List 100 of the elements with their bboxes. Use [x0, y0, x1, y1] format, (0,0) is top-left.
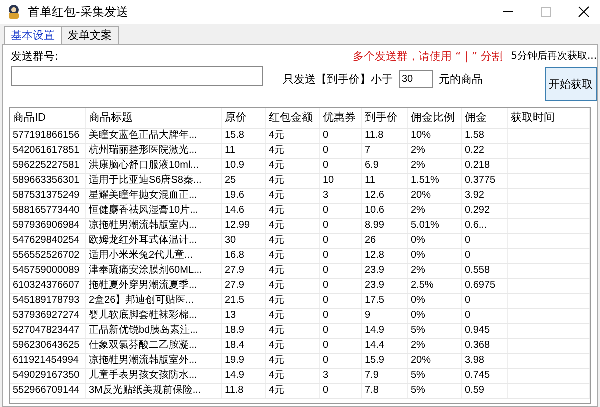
tab[interactable]: 发单文案 — [61, 26, 119, 44]
table-cell: 10.6 — [362, 204, 408, 218]
table-cell: 4元 — [266, 324, 320, 338]
column-header[interactable]: 原价 — [222, 108, 266, 128]
table-cell: 11 — [222, 144, 266, 158]
table-cell: 4元 — [266, 369, 320, 383]
table-cell: 0% — [408, 294, 462, 308]
table-cell: 4元 — [266, 354, 320, 368]
table-cell: 596230643625 — [10, 339, 86, 353]
table-cell: 15.8 — [222, 129, 266, 143]
column-header[interactable]: 到手价 — [362, 108, 408, 128]
table-cell: 4元 — [266, 219, 320, 233]
table-cell: 0 — [320, 339, 362, 353]
table-cell: 0 — [462, 294, 508, 308]
table-cell: 欧姆龙红外耳式体温计... — [86, 234, 222, 248]
close-icon[interactable] — [578, 6, 590, 18]
table-cell: 正品新优锐bd胰岛素注... — [86, 324, 222, 338]
table-cell: 1.51% — [408, 174, 462, 188]
table-cell: 4元 — [266, 279, 320, 293]
table-cell: 4元 — [266, 174, 320, 188]
table-cell: 适用小米米兔2代儿童... — [86, 249, 222, 263]
table-cell: 0.59 — [462, 384, 508, 398]
tab[interactable]: 基本设置 — [4, 26, 62, 44]
table-cell: 0 — [320, 159, 362, 173]
table-cell: 611921454994 — [10, 354, 86, 368]
table-cell: 0.292 — [462, 204, 508, 218]
countdown-text: 5分钟后再次获取... — [511, 50, 597, 63]
table-cell: 0 — [320, 294, 362, 308]
table-cell: 0 — [320, 129, 362, 143]
table-cell: 20% — [408, 189, 462, 203]
table-cell: 0.368 — [462, 339, 508, 353]
table-cell: 12.8 — [362, 249, 408, 263]
table-cell: 4元 — [266, 189, 320, 203]
table-cell: 0.745 — [462, 369, 508, 383]
table-cell: 588165773440 — [10, 204, 86, 218]
table-cell: 587531375249 — [10, 189, 86, 203]
price-field[interactable]: 30 — [399, 70, 433, 88]
table-cell: 适用于比亚迪S6唐S8秦... — [86, 174, 222, 188]
table-cell: 0 — [320, 309, 362, 323]
table-cell: 2% — [408, 159, 462, 173]
table-cell: 7.9 — [362, 369, 408, 383]
table-cell: 18.4 — [222, 339, 266, 353]
table-cell: 549029167350 — [10, 369, 86, 383]
group-number-field[interactable] — [11, 66, 263, 86]
column-header[interactable]: 商品标题 — [86, 108, 222, 128]
table-cell: 12.99 — [222, 219, 266, 233]
table-cell: 4元 — [266, 264, 320, 278]
table-cell: 577191866156 — [10, 129, 86, 143]
table-cell: 0 — [320, 204, 362, 218]
table-cell: 5.01% — [408, 219, 462, 233]
table-cell: 30 — [222, 234, 266, 248]
table-cell: 0 — [462, 309, 508, 323]
table-cell: 5% — [408, 324, 462, 338]
table-cell: 0 — [320, 234, 362, 248]
table-cell: 19.9 — [222, 354, 266, 368]
column-header[interactable]: 优惠券 — [320, 108, 362, 128]
table-cell: 17.5 — [362, 294, 408, 308]
table-cell: 27.9 — [222, 264, 266, 278]
table-cell: 23.9 — [362, 264, 408, 278]
table-cell: 4元 — [266, 129, 320, 143]
table-cell: 3 — [320, 369, 362, 383]
table-cell: 0.6... — [462, 219, 508, 233]
table-cell: 0% — [408, 309, 462, 323]
table-cell: 11.8 — [222, 384, 266, 398]
column-header[interactable]: 红包金额 — [266, 108, 320, 128]
table-cell: 10% — [408, 129, 462, 143]
table-cell: 4元 — [266, 309, 320, 323]
table-cell: 527047823447 — [10, 324, 86, 338]
column-header[interactable]: 佣金比例 — [408, 108, 462, 128]
table-cell: 拖鞋夏外穿男潮流夏季... — [86, 279, 222, 293]
hint-text: 多个发送群，请使用 “ | ” 分割 — [353, 49, 504, 64]
column-header[interactable]: 商品ID — [10, 108, 86, 128]
table-cell: 儿童手表男孩女孩防水... — [86, 369, 222, 383]
table-cell: 0.945 — [462, 324, 508, 338]
table-cell: 1.58 — [462, 129, 508, 143]
table-cell: 2% — [408, 339, 462, 353]
table-cell: 14.6 — [222, 204, 266, 218]
column-header[interactable]: 佣金 — [462, 108, 508, 128]
table-cell: 4元 — [266, 144, 320, 158]
table-cell: 2% — [408, 144, 462, 158]
table-cell: 5% — [408, 384, 462, 398]
column-header[interactable]: 获取时间 — [508, 108, 590, 128]
table-cell: 0.22 — [462, 144, 508, 158]
table-cell: 13 — [222, 309, 266, 323]
table-cell: 星耀美瞳年抛女混血正... — [86, 189, 222, 203]
table-cell: 津奉疏痛安涂膜剂60ML... — [86, 264, 222, 278]
table-cell: 4元 — [266, 384, 320, 398]
table-cell: 0 — [462, 249, 508, 263]
table-cell: 21.5 — [222, 294, 266, 308]
table-cell: 5% — [408, 369, 462, 383]
table-cell: 10.9 — [222, 159, 266, 173]
app-icon — [6, 4, 22, 20]
start-button[interactable]: 开始获取 — [545, 67, 597, 101]
filter-label: 只发送【到手价】小于 — [283, 72, 393, 86]
table-cell: 0 — [320, 264, 362, 278]
table-cell: 12.6 — [362, 189, 408, 203]
table-cell: 20% — [408, 354, 462, 368]
table-cell: 4元 — [266, 234, 320, 248]
table-cell: 3.98 — [462, 354, 508, 368]
table-cell: 0 — [320, 144, 362, 158]
